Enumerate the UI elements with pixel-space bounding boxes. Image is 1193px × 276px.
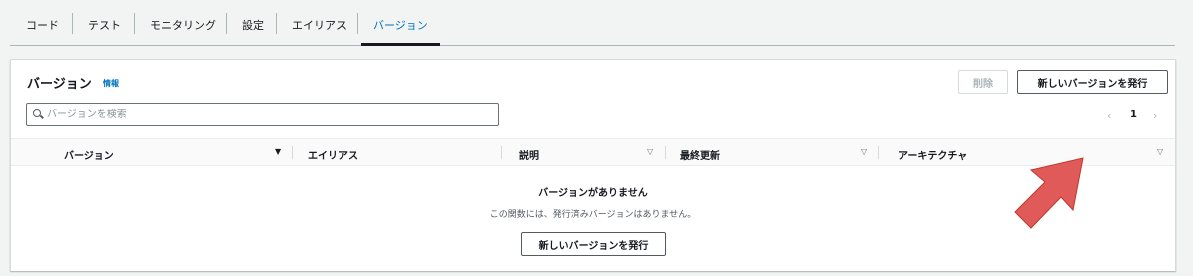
annotation-arrow-icon xyxy=(1014,157,1084,229)
tab-code[interactable]: コード xyxy=(26,17,59,33)
search-input[interactable] xyxy=(47,109,487,120)
sort-descending-icon[interactable]: ▼ xyxy=(275,147,281,156)
empty-state-publish-button[interactable]: 新しいバージョンを発行 xyxy=(521,232,666,256)
tab-aliases[interactable]: エイリアス xyxy=(292,17,347,33)
pagination-next-button[interactable]: › xyxy=(1153,109,1157,122)
column-header-description[interactable]: 説明 xyxy=(519,147,539,162)
column-header-alias[interactable]: エイリアス xyxy=(308,147,358,162)
pagination-page-number[interactable]: 1 xyxy=(1130,109,1137,120)
tab-monitoring[interactable]: モニタリング xyxy=(150,17,216,33)
publish-version-button[interactable]: 新しいバージョンを発行 xyxy=(1017,70,1168,94)
column-header-last-modified[interactable]: 最終更新 xyxy=(680,147,720,162)
publish-version-button-label: 新しいバージョンを発行 xyxy=(1037,78,1148,90)
column-divider xyxy=(665,146,666,159)
tab-bar-divider xyxy=(10,45,1175,46)
column-divider xyxy=(501,146,502,159)
empty-state-publish-button-label: 新しいバージョンを発行 xyxy=(538,240,649,252)
empty-state-title: バージョンがありません xyxy=(538,188,648,199)
column-header-architecture[interactable]: アーキテクチャ xyxy=(898,147,967,162)
sort-icon[interactable]: ▽ xyxy=(647,147,653,156)
active-tab-indicator xyxy=(361,43,440,46)
sort-icon[interactable]: ▽ xyxy=(861,147,867,156)
tab-configuration[interactable]: 設定 xyxy=(242,17,264,33)
delete-button[interactable]: 削除 xyxy=(958,70,1008,94)
tab-divider xyxy=(72,13,73,34)
tab-divider xyxy=(226,13,227,34)
column-divider xyxy=(878,146,879,159)
tab-bar: コード テスト モニタリング 設定 エイリアス バージョン xyxy=(0,0,1193,47)
table-header: バージョン ▼ エイリアス 説明 ▽ 最終更新 ▽ アーキテクチャ ▽ xyxy=(11,138,1175,166)
search-box xyxy=(26,103,499,126)
delete-button-label: 削除 xyxy=(973,78,993,90)
info-link[interactable]: 情報 xyxy=(103,78,119,89)
tab-divider xyxy=(276,13,277,34)
tab-versions[interactable]: バージョン xyxy=(373,17,428,33)
tab-divider xyxy=(134,13,135,34)
panel-title: バージョン xyxy=(27,77,92,92)
column-header-version[interactable]: バージョン xyxy=(64,147,114,162)
search-icon xyxy=(27,103,47,126)
tab-divider xyxy=(357,13,358,34)
pagination-prev-button[interactable]: ‹ xyxy=(1107,109,1111,122)
empty-state-description: この関数には、発行済みバージョンはありません。 xyxy=(489,210,697,220)
versions-panel: バージョン 情報 削除 新しいバージョンを発行 ‹ 1 › バージョン ▼ エイ… xyxy=(10,59,1176,271)
column-divider xyxy=(292,146,293,159)
tab-test[interactable]: テスト xyxy=(88,17,121,33)
sort-icon[interactable]: ▽ xyxy=(1157,147,1163,156)
